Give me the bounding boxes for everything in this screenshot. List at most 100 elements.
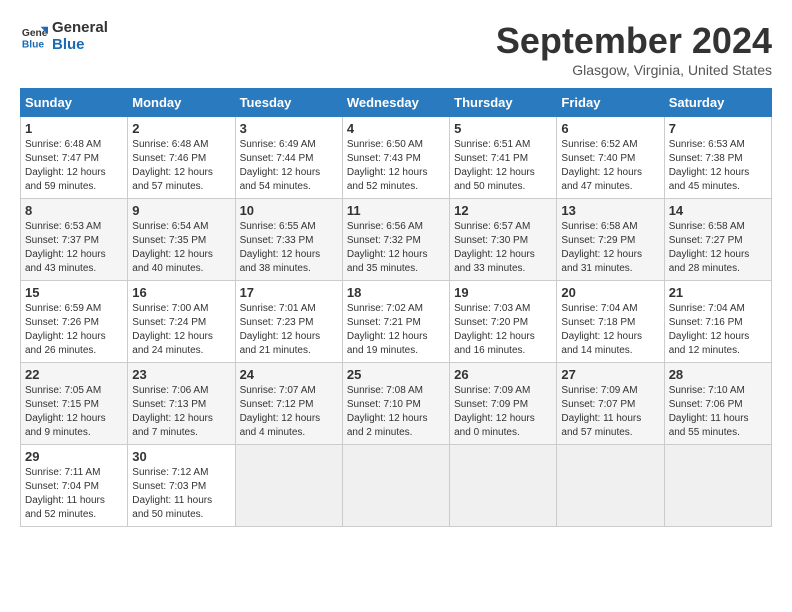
weekday-header: Tuesday bbox=[235, 89, 342, 117]
day-number: 10 bbox=[240, 203, 338, 218]
calendar-cell: 19 Sunrise: 7:03 AM Sunset: 7:20 PM Dayli… bbox=[450, 281, 557, 363]
day-detail: Sunrise: 7:01 AM Sunset: 7:23 PM Dayligh… bbox=[240, 302, 338, 358]
day-detail: Sunrise: 7:08 AM Sunset: 7:10 PM Dayligh… bbox=[347, 384, 445, 440]
calendar-week-row: 15 Sunrise: 6:59 AM Sunset: 7:26 PM Dayli… bbox=[21, 281, 772, 363]
title-area: September 2024 Glasgow, Virginia, United… bbox=[496, 20, 772, 78]
header: General Blue General Blue September 2024… bbox=[20, 20, 772, 78]
day-number: 15 bbox=[25, 285, 123, 300]
weekday-row: SundayMondayTuesdayWednesdayThursdayFrid… bbox=[21, 89, 772, 117]
calendar-cell: 6Sunrise: 6:52 AM Sunset: 7:40 PM Daylig… bbox=[557, 117, 664, 199]
day-number: 5 bbox=[454, 121, 552, 136]
calendar-header: SundayMondayTuesdayWednesdayThursdayFrid… bbox=[21, 89, 772, 117]
day-number: 19 bbox=[454, 285, 552, 300]
day-detail: Sunrise: 7:12 AM Sunset: 7:03 PM Dayligh… bbox=[132, 466, 230, 522]
day-detail: Sunrise: 7:00 AM Sunset: 7:24 PM Dayligh… bbox=[132, 302, 230, 358]
day-detail: Sunrise: 6:50 AM Sunset: 7:43 PM Dayligh… bbox=[347, 138, 445, 194]
day-number: 29 bbox=[25, 449, 123, 464]
calendar-cell: 7Sunrise: 6:53 AM Sunset: 7:38 PM Daylig… bbox=[664, 117, 771, 199]
calendar-cell: 27Sunrise: 7:09 AM Sunset: 7:07 PM Dayli… bbox=[557, 363, 664, 445]
day-number: 3 bbox=[240, 121, 338, 136]
calendar-cell: 13 Sunrise: 6:58 AM Sunset: 7:29 PM Dayli… bbox=[557, 199, 664, 281]
day-number: 11 bbox=[347, 203, 445, 218]
weekday-header: Friday bbox=[557, 89, 664, 117]
day-number: 2 bbox=[132, 121, 230, 136]
day-number: 18 bbox=[347, 285, 445, 300]
calendar-cell: 8 Sunrise: 6:53 AM Sunset: 7:37 PM Daylig… bbox=[21, 199, 128, 281]
day-detail: Sunrise: 7:07 AM Sunset: 7:12 PM Dayligh… bbox=[240, 384, 338, 440]
calendar-cell bbox=[342, 445, 449, 527]
logo-line1: General bbox=[52, 20, 108, 37]
calendar-cell: 21 Sunrise: 7:04 AM Sunset: 7:16 PM Dayli… bbox=[664, 281, 771, 363]
month-title: September 2024 bbox=[496, 20, 772, 62]
day-detail: Sunrise: 6:49 AM Sunset: 7:44 PM Dayligh… bbox=[240, 138, 338, 194]
day-detail: Sunrise: 7:02 AM Sunset: 7:21 PM Dayligh… bbox=[347, 302, 445, 358]
weekday-header: Saturday bbox=[664, 89, 771, 117]
calendar-cell: 14 Sunrise: 6:58 AM Sunset: 7:27 PM Dayli… bbox=[664, 199, 771, 281]
day-number: 13 bbox=[561, 203, 659, 218]
day-number: 7 bbox=[669, 121, 767, 136]
day-number: 30 bbox=[132, 449, 230, 464]
calendar-cell bbox=[450, 445, 557, 527]
day-detail: Sunrise: 7:09 AM Sunset: 7:09 PM Dayligh… bbox=[454, 384, 552, 440]
calendar-cell: 22Sunrise: 7:05 AM Sunset: 7:15 PM Dayli… bbox=[21, 363, 128, 445]
calendar-cell: 25 Sunrise: 7:08 AM Sunset: 7:10 PM Dayli… bbox=[342, 363, 449, 445]
weekday-header: Monday bbox=[128, 89, 235, 117]
calendar-table: SundayMondayTuesdayWednesdayThursdayFrid… bbox=[20, 88, 772, 527]
day-number: 25 bbox=[347, 367, 445, 382]
weekday-header: Wednesday bbox=[342, 89, 449, 117]
calendar-cell: 17 Sunrise: 7:01 AM Sunset: 7:23 PM Dayli… bbox=[235, 281, 342, 363]
day-detail: Sunrise: 6:48 AM Sunset: 7:46 PM Dayligh… bbox=[132, 138, 230, 194]
weekday-header: Sunday bbox=[21, 89, 128, 117]
day-number: 4 bbox=[347, 121, 445, 136]
calendar-cell: 28 Sunrise: 7:10 AM Sunset: 7:06 PM Dayli… bbox=[664, 363, 771, 445]
calendar-cell: 11 Sunrise: 6:56 AM Sunset: 7:32 PM Dayli… bbox=[342, 199, 449, 281]
calendar-cell: 15 Sunrise: 6:59 AM Sunset: 7:26 PM Dayli… bbox=[21, 281, 128, 363]
day-number: 24 bbox=[240, 367, 338, 382]
day-number: 8 bbox=[25, 203, 123, 218]
calendar-week-row: 29 Sunrise: 7:11 AM Sunset: 7:04 PM Dayli… bbox=[21, 445, 772, 527]
day-number: 14 bbox=[669, 203, 767, 218]
calendar-cell: 2 Sunrise: 6:48 AM Sunset: 7:46 PM Daylig… bbox=[128, 117, 235, 199]
day-number: 1 bbox=[25, 121, 123, 136]
day-detail: Sunrise: 7:06 AM Sunset: 7:13 PM Dayligh… bbox=[132, 384, 230, 440]
day-number: 16 bbox=[132, 285, 230, 300]
calendar-cell: 29 Sunrise: 7:11 AM Sunset: 7:04 PM Dayli… bbox=[21, 445, 128, 527]
day-detail: Sunrise: 6:54 AM Sunset: 7:35 PM Dayligh… bbox=[132, 220, 230, 276]
weekday-header: Thursday bbox=[450, 89, 557, 117]
day-number: 22 bbox=[25, 367, 123, 382]
day-detail: Sunrise: 6:59 AM Sunset: 7:26 PM Dayligh… bbox=[25, 302, 123, 358]
day-number: 20 bbox=[561, 285, 659, 300]
day-detail: Sunrise: 7:11 AM Sunset: 7:04 PM Dayligh… bbox=[25, 466, 123, 522]
day-number: 12 bbox=[454, 203, 552, 218]
calendar-cell: 18 Sunrise: 7:02 AM Sunset: 7:21 PM Dayli… bbox=[342, 281, 449, 363]
svg-text:Blue: Blue bbox=[22, 39, 45, 50]
day-detail: Sunrise: 6:53 AM Sunset: 7:37 PM Dayligh… bbox=[25, 220, 123, 276]
day-detail: Sunrise: 6:58 AM Sunset: 7:27 PM Dayligh… bbox=[669, 220, 767, 276]
calendar-cell bbox=[557, 445, 664, 527]
calendar-cell: 24 Sunrise: 7:07 AM Sunset: 7:12 PM Dayli… bbox=[235, 363, 342, 445]
logo-icon: General Blue bbox=[20, 23, 48, 51]
day-detail: Sunrise: 7:03 AM Sunset: 7:20 PM Dayligh… bbox=[454, 302, 552, 358]
calendar-cell: 23Sunrise: 7:06 AM Sunset: 7:13 PM Dayli… bbox=[128, 363, 235, 445]
calendar-cell: 30 Sunrise: 7:12 AM Sunset: 7:03 PM Dayli… bbox=[128, 445, 235, 527]
day-detail: Sunrise: 6:58 AM Sunset: 7:29 PM Dayligh… bbox=[561, 220, 659, 276]
day-detail: Sunrise: 6:57 AM Sunset: 7:30 PM Dayligh… bbox=[454, 220, 552, 276]
day-detail: Sunrise: 7:04 AM Sunset: 7:18 PM Dayligh… bbox=[561, 302, 659, 358]
calendar-cell: 12 Sunrise: 6:57 AM Sunset: 7:30 PM Dayli… bbox=[450, 199, 557, 281]
day-number: 21 bbox=[669, 285, 767, 300]
day-detail: Sunrise: 6:56 AM Sunset: 7:32 PM Dayligh… bbox=[347, 220, 445, 276]
calendar-week-row: 22Sunrise: 7:05 AM Sunset: 7:15 PM Dayli… bbox=[21, 363, 772, 445]
day-number: 9 bbox=[132, 203, 230, 218]
day-number: 28 bbox=[669, 367, 767, 382]
calendar-cell: 16 Sunrise: 7:00 AM Sunset: 7:24 PM Dayli… bbox=[128, 281, 235, 363]
calendar-cell bbox=[235, 445, 342, 527]
logo: General Blue General Blue bbox=[20, 20, 108, 53]
day-number: 17 bbox=[240, 285, 338, 300]
day-detail: Sunrise: 6:48 AM Sunset: 7:47 PM Dayligh… bbox=[25, 138, 123, 194]
location: Glasgow, Virginia, United States bbox=[496, 62, 772, 78]
day-detail: Sunrise: 7:10 AM Sunset: 7:06 PM Dayligh… bbox=[669, 384, 767, 440]
calendar-cell bbox=[664, 445, 771, 527]
calendar-cell: 26Sunrise: 7:09 AM Sunset: 7:09 PM Dayli… bbox=[450, 363, 557, 445]
calendar-cell: 4 Sunrise: 6:50 AM Sunset: 7:43 PM Daylig… bbox=[342, 117, 449, 199]
day-detail: Sunrise: 7:04 AM Sunset: 7:16 PM Dayligh… bbox=[669, 302, 767, 358]
